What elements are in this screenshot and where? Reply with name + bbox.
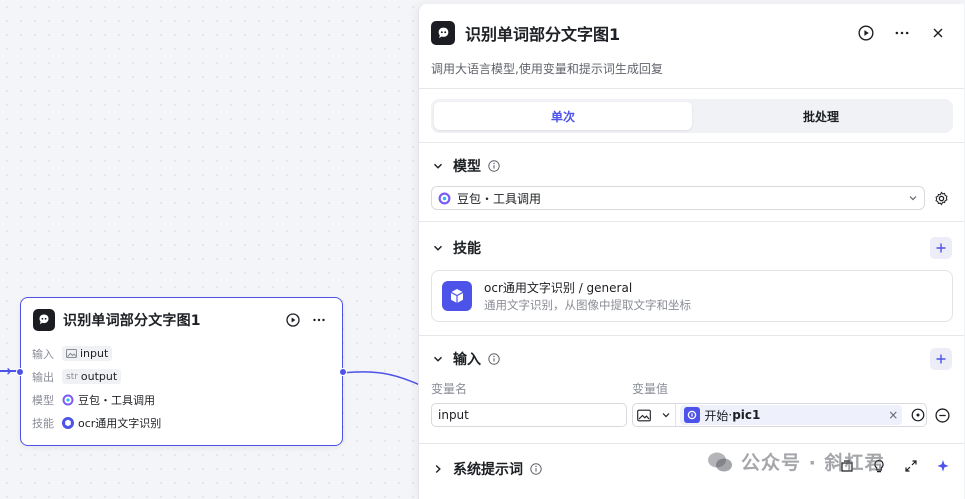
watermark-text: 公众号 · 斜杠君 (741, 452, 885, 474)
variable-value-field[interactable]: 开始 · pic1 × (632, 403, 927, 427)
row-label: 输入 (32, 347, 54, 361)
panel-logo-icon (431, 21, 455, 45)
run-icon[interactable] (282, 309, 304, 331)
panel-description[interactable]: 调用大语言模型,使用变量和提示词生成回复 (431, 60, 663, 77)
mode-tabs: 单次 批处理 (431, 99, 953, 133)
start-node-icon (684, 407, 701, 423)
model-section-title: 模型 (453, 159, 481, 175)
skill-value: ocr通用文字识别 (78, 416, 162, 430)
column-variable-value: 变量值 (632, 382, 669, 396)
input-tag-value: input (80, 347, 109, 360)
panel-title[interactable]: 识别单词部分文字图1 (465, 21, 852, 45)
node-row-output: 输出 str output (21, 365, 342, 388)
divider (419, 335, 964, 336)
close-icon[interactable] (924, 19, 952, 47)
skill-description: 通用文字识别，从图像中提取文字和坐标 (484, 298, 691, 312)
node-row-input: 输入 input (21, 342, 342, 365)
variable-picker-icon[interactable] (910, 407, 926, 423)
output-port[interactable] (339, 368, 347, 376)
outgoing-edge (342, 371, 422, 387)
remove-reference-icon[interactable]: × (888, 408, 898, 422)
node-config-panel: 识别单词部分文字图1 调用大语言模型,使用变量和提示词生成回复 单次 批处理 模… (418, 4, 964, 499)
divider (419, 221, 964, 222)
chevron-down-icon (909, 196, 917, 201)
expand-icon[interactable] (904, 458, 918, 477)
node-title: 识别单词部分文字图1 (63, 313, 201, 329)
tab-batch[interactable]: 批处理 (692, 102, 950, 130)
skills-section-header[interactable]: 技能 (431, 236, 952, 260)
type-select[interactable] (633, 404, 677, 426)
edge-arrow-icon: ➜ (2, 364, 13, 378)
column-variable-name: 变量名 (431, 382, 468, 396)
node-logo-icon (33, 309, 55, 331)
model-value: 豆包・工具调用 (78, 393, 155, 407)
doubao-icon (438, 192, 451, 204)
info-icon[interactable] (529, 463, 542, 476)
chevron-down-icon[interactable] (431, 241, 445, 255)
node-row-model: 模型 豆包・工具调用 (21, 388, 342, 411)
ref-source: 开始 (704, 408, 729, 423)
ref-variable: pic1 (732, 408, 761, 422)
chevron-right-icon[interactable] (431, 462, 445, 476)
skills-section-title: 技能 (453, 241, 481, 257)
input-tag: input (62, 346, 113, 361)
chevron-down-icon (662, 413, 670, 418)
cube-icon (442, 281, 472, 311)
divider (419, 142, 964, 143)
output-tag-value: output (80, 370, 118, 383)
info-icon[interactable] (487, 160, 500, 173)
tab-single[interactable]: 单次 (434, 102, 692, 130)
skill-name: ocr通用文字识别 / general (484, 281, 633, 295)
watermark: 公众号 · 斜杠君 (707, 448, 884, 475)
add-skill-button[interactable] (930, 237, 952, 259)
panel-header: 识别单词部分文字图1 (431, 20, 964, 46)
output-tag: str output (62, 369, 122, 384)
row-label: 技能 (32, 416, 54, 430)
wechat-icon (708, 452, 732, 471)
variable-reference-tag[interactable]: 开始 · pic1 × (680, 405, 903, 425)
test-run-icon[interactable] (852, 19, 880, 47)
chevron-down-icon[interactable] (431, 352, 445, 366)
info-icon[interactable] (487, 353, 500, 366)
add-input-button[interactable] (930, 348, 952, 370)
node-row-skill: 技能 ocr通用文字识别 (21, 411, 342, 434)
input-port[interactable] (16, 368, 24, 376)
ai-sparkle-icon[interactable] (936, 458, 950, 477)
llm-node[interactable]: 识别单词部分文字图1 输入 input 输出 str output 模型 豆包・… (16, 297, 347, 446)
row-label: 模型 (32, 393, 54, 407)
input-section-title: 输入 (453, 352, 481, 368)
model-settings-icon[interactable] (931, 188, 951, 208)
divider (419, 443, 964, 444)
input-section-header[interactable]: 输入 (431, 347, 952, 371)
model-select-value: 豆包・工具调用 (457, 191, 542, 206)
model-section-header[interactable]: 模型 (431, 154, 952, 178)
type-prefix: str (66, 371, 78, 382)
skill-icon (62, 416, 74, 429)
image-icon (637, 409, 651, 421)
prompt-section-title: 系统提示词 (453, 462, 523, 478)
divider (419, 88, 964, 89)
remove-input-icon[interactable] (933, 406, 951, 424)
doubao-icon (62, 394, 74, 405)
row-label: 输出 (32, 370, 54, 384)
image-icon (66, 349, 77, 358)
more-icon[interactable] (308, 309, 330, 331)
more-icon[interactable] (888, 19, 916, 47)
skill-card[interactable]: ocr通用文字识别 / general 通用文字识别，从图像中提取文字和坐标 (431, 270, 953, 322)
model-select[interactable]: 豆包・工具调用 (431, 186, 925, 210)
variable-name-input[interactable] (431, 403, 627, 427)
chevron-down-icon[interactable] (431, 159, 445, 173)
node-header: 识别单词部分文字图1 (21, 298, 342, 342)
